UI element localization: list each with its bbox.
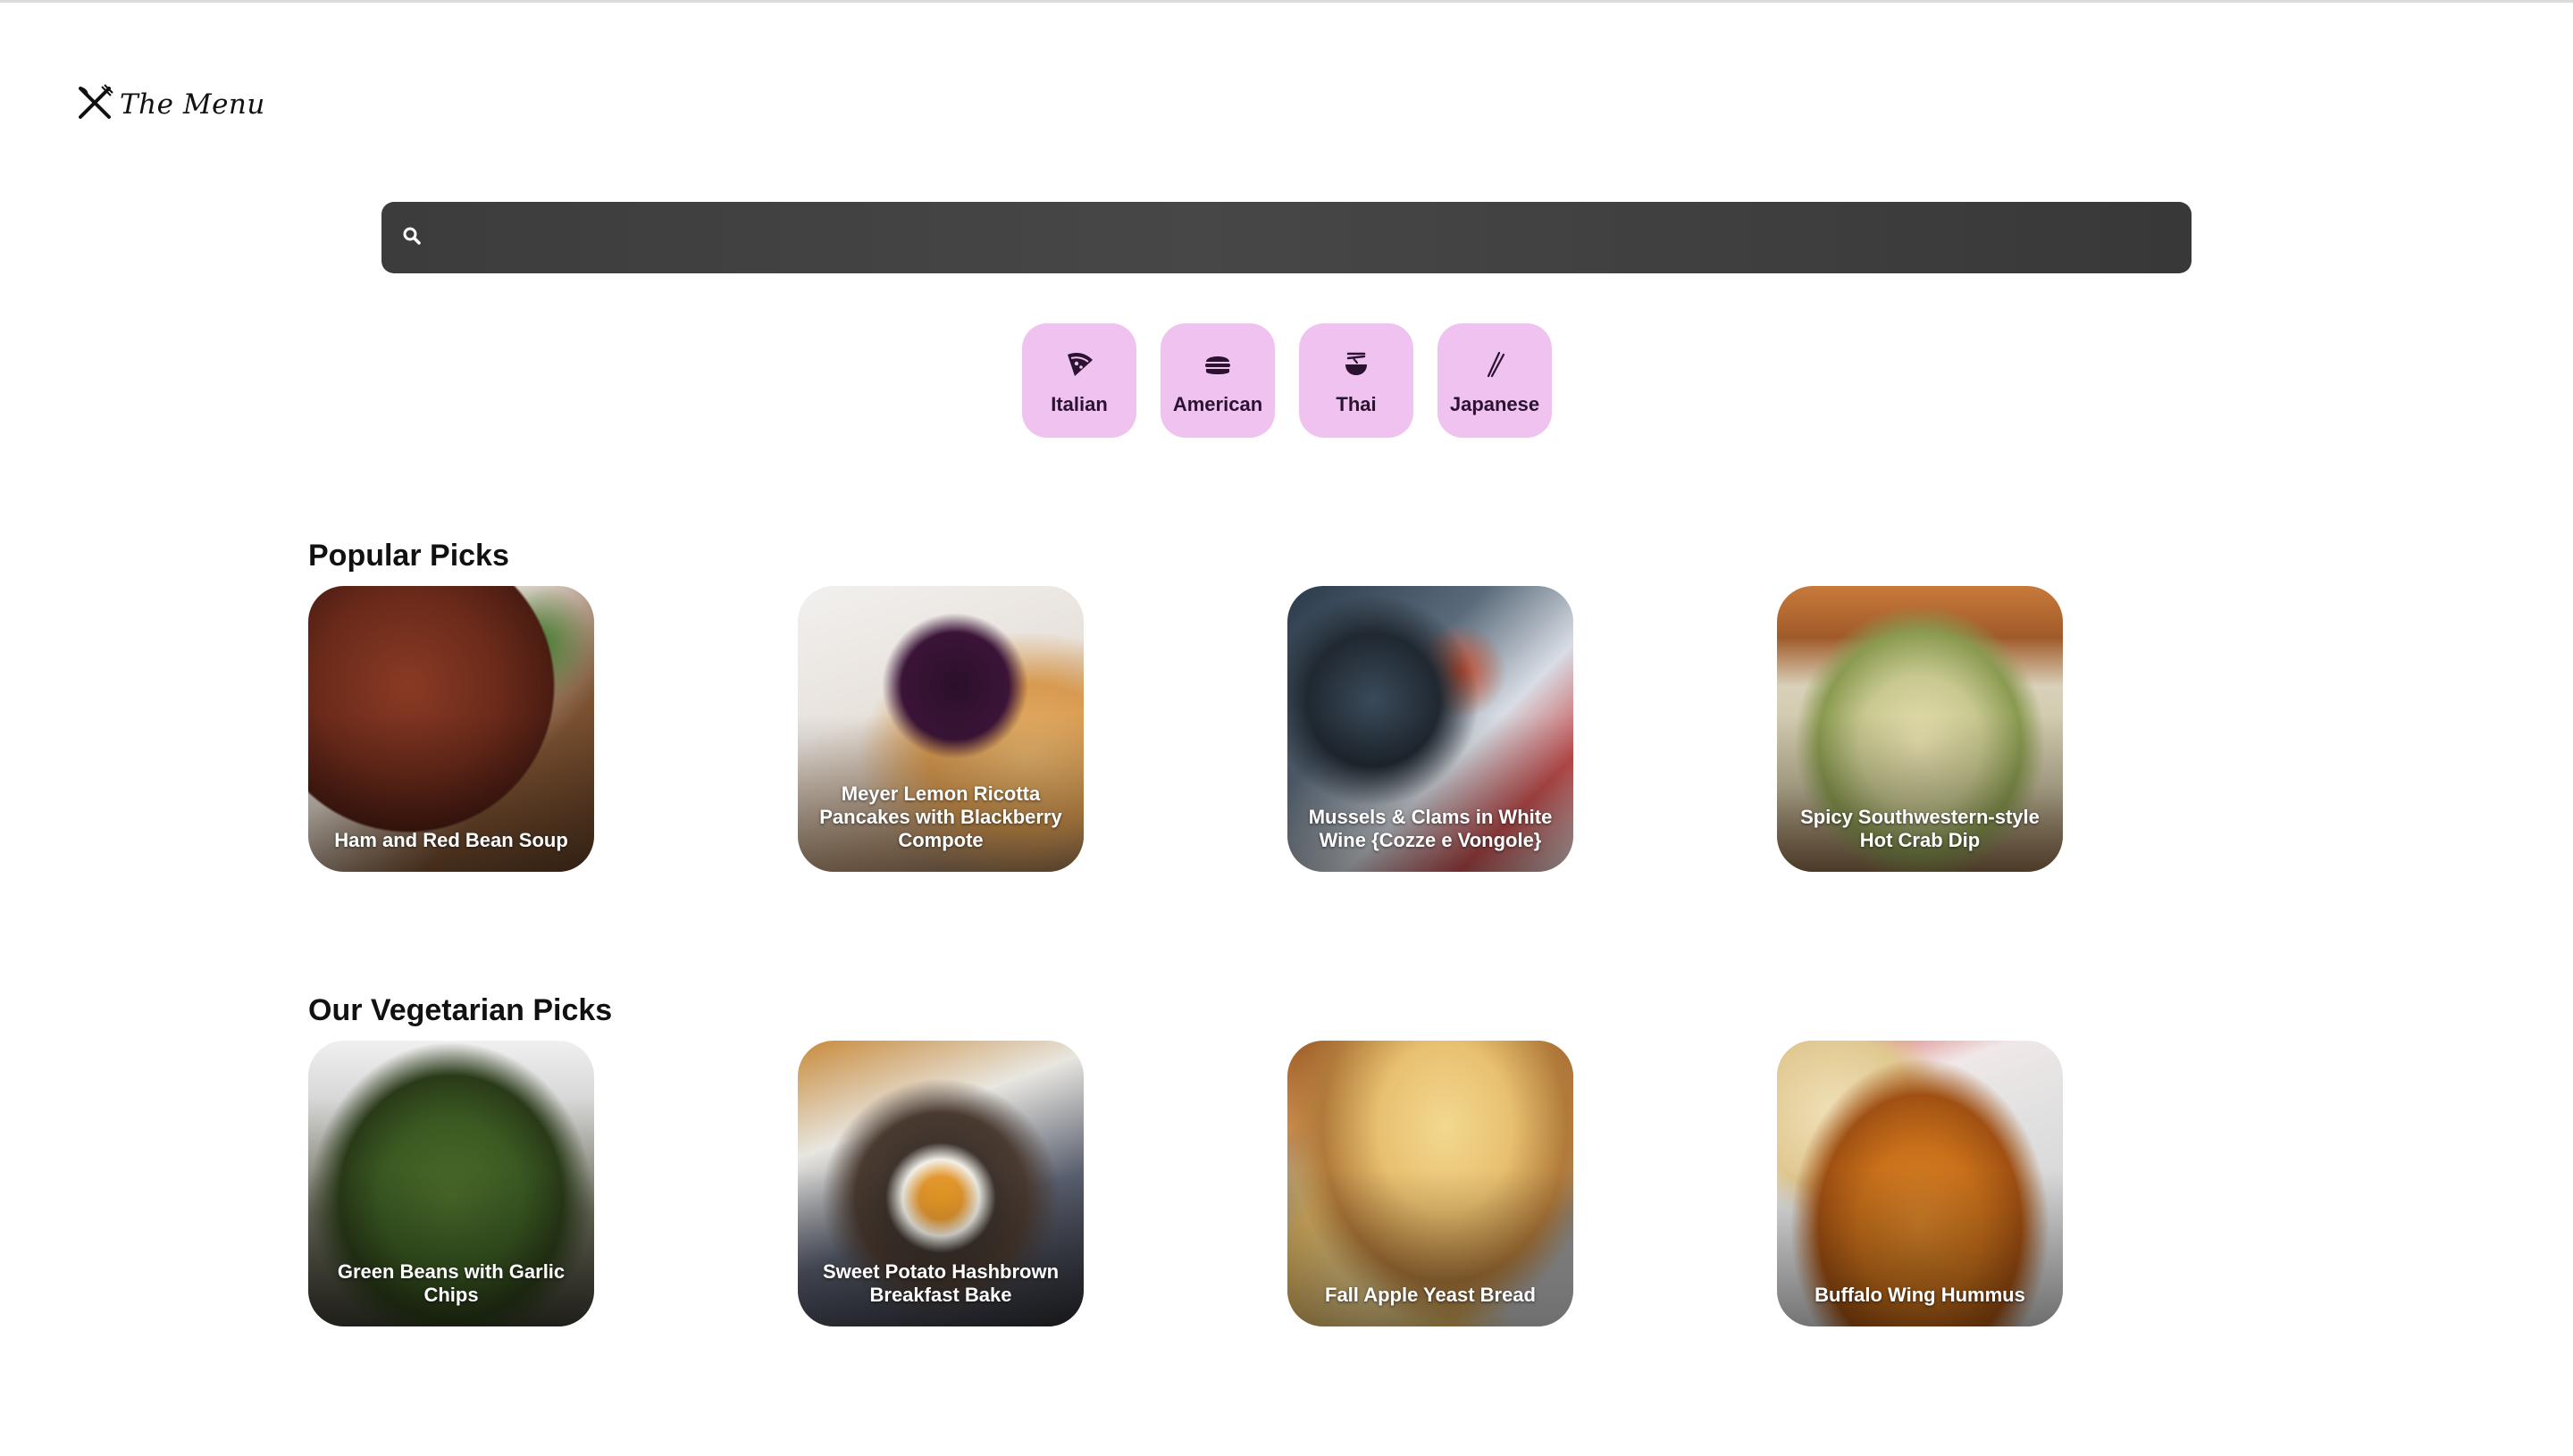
recipe-card[interactable]: Meyer Lemon Ricotta Pancakes with Blackb… [798, 586, 1084, 872]
vegetarian-picks-row: Green Beans with Garlic Chips Sweet Pota… [308, 1041, 2274, 1326]
brand-logo[interactable]: The Menu [75, 82, 265, 127]
recipe-title: Ham and Red Bean Soup [334, 829, 568, 851]
pizza-icon [1064, 349, 1094, 384]
search-icon [401, 225, 423, 251]
fork-knife-icon [75, 83, 114, 127]
section-title-popular: Popular Picks [308, 539, 509, 573]
section-title-vegetarian: Our Vegetarian Picks [308, 993, 613, 1027]
recipe-title: Green Beans with Garlic Chips [337, 1260, 566, 1306]
noodle-bowl-icon [1341, 349, 1371, 384]
top-border [0, 0, 2573, 3]
recipe-title: Mussels & Clams in White Wine {Cozze e V… [1308, 806, 1553, 851]
recipe-card[interactable]: Buffalo Wing Hummus [1777, 1041, 2063, 1326]
recipe-card[interactable]: Ham and Red Bean Soup [308, 586, 594, 872]
popular-picks-row: Ham and Red Bean Soup Meyer Lemon Ricott… [308, 586, 2274, 872]
chopsticks-icon [1479, 349, 1510, 384]
cuisine-filter: Italian American Thai Japanese [1022, 323, 1552, 438]
cuisine-label: Japanese [1449, 392, 1540, 415]
search-input[interactable] [435, 210, 2192, 265]
recipe-title: Fall Apple Yeast Bread [1325, 1284, 1536, 1306]
search-bar[interactable] [381, 202, 2192, 273]
cuisine-button-japanese[interactable]: Japanese [1437, 323, 1552, 438]
recipe-card[interactable]: Sweet Potato Hashbrown Breakfast Bake [798, 1041, 1084, 1326]
recipe-card[interactable]: Spicy Southwestern-style Hot Crab Dip [1777, 586, 2063, 872]
recipe-card[interactable]: Green Beans with Garlic Chips [308, 1041, 594, 1326]
cuisine-label: Italian [1051, 392, 1108, 415]
burger-icon [1203, 349, 1233, 384]
cuisine-label: Thai [1336, 392, 1377, 415]
cuisine-label: American [1172, 392, 1263, 415]
cuisine-button-american[interactable]: American [1161, 323, 1275, 438]
brand-name: The Menu [120, 88, 265, 121]
recipe-card[interactable]: Fall Apple Yeast Bread [1287, 1041, 1573, 1326]
recipe-title: Buffalo Wing Hummus [1815, 1284, 2025, 1306]
recipe-title: Meyer Lemon Ricotta Pancakes with Blackb… [819, 782, 1062, 851]
cuisine-button-thai[interactable]: Thai [1299, 323, 1413, 438]
recipe-card[interactable]: Mussels & Clams in White Wine {Cozze e V… [1287, 586, 1573, 872]
recipe-title: Spicy Southwestern-style Hot Crab Dip [1800, 806, 2040, 851]
cuisine-button-italian[interactable]: Italian [1022, 323, 1136, 438]
recipe-title: Sweet Potato Hashbrown Breakfast Bake [822, 1260, 1060, 1306]
